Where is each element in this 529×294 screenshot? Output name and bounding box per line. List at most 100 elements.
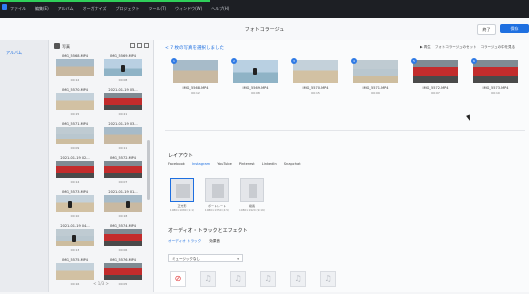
selected-clip[interactable]: 5 IMG_5572.MP4 00:07 bbox=[411, 58, 458, 102]
audio-section-title: オーディオ・トラックとエフェクト bbox=[168, 228, 248, 234]
clip-name: IMG_5568.MP4 bbox=[182, 86, 209, 90]
chevron-down-icon: ▾ bbox=[237, 257, 239, 261]
thumbnail bbox=[473, 60, 518, 83]
clip-duration: 00:08 bbox=[251, 91, 260, 95]
window-title: フォトコラージュ bbox=[244, 27, 285, 33]
thumbnail bbox=[413, 60, 458, 83]
library-item[interactable]: 2021-01-19 01... 00:18 bbox=[101, 190, 145, 226]
library-item-name: IMG_5569.MP4 bbox=[110, 54, 136, 58]
menu-organize[interactable]: オーガナイズ bbox=[83, 6, 107, 12]
library-item[interactable]: 2021-01-19 05... 00:21 bbox=[101, 88, 145, 124]
selected-clip[interactable]: 6 IMG_5573.MP4 00:10 bbox=[471, 58, 518, 102]
library-header: 写真 bbox=[49, 40, 153, 52]
menu-help[interactable]: ヘルプ(H) bbox=[211, 6, 229, 12]
library-scrollbar[interactable] bbox=[147, 140, 150, 200]
layout-option-size: 1080×1080 (1:1) bbox=[169, 208, 195, 212]
audio-tabs: オーディオ トラック 効果音 bbox=[168, 239, 220, 244]
library-item[interactable]: IMG_5575.MP4 00:16 bbox=[53, 258, 97, 294]
music-select[interactable]: ミュージックなし ▾ bbox=[168, 254, 243, 262]
music-note-icon[interactable]: ♫ bbox=[290, 271, 306, 287]
library-item[interactable]: IMG_5569.MP4 00:08 bbox=[101, 54, 145, 90]
library-item[interactable]: IMG_5568.MP4 00:12 bbox=[53, 54, 97, 90]
thumbnail bbox=[173, 60, 218, 83]
clip-name: IMG_5571.MP4 bbox=[362, 86, 389, 90]
collage-view-button[interactable]: コラージュの中を見る bbox=[481, 45, 516, 50]
library-item[interactable]: IMG_5570.MP4 00:15 bbox=[53, 88, 97, 124]
library-item[interactable]: 2021-01-19 02... 00:14 bbox=[53, 156, 97, 192]
library-item-duration: 00:11 bbox=[118, 146, 128, 150]
library-item[interactable]: 2021-01-19 04... 00:13 bbox=[53, 224, 97, 260]
library-item-duration: 00:14 bbox=[70, 180, 80, 184]
music-note-icon[interactable]: ♫ bbox=[230, 271, 246, 287]
menu-file[interactable]: ファイル bbox=[10, 6, 26, 12]
tab-instagram[interactable]: Instagram bbox=[192, 162, 210, 166]
layout-preview bbox=[205, 178, 229, 202]
music-note-icon[interactable]: ♫ bbox=[260, 271, 276, 287]
menu-window[interactable]: ウィンドウ(W) bbox=[175, 6, 202, 12]
no-music-icon[interactable]: ⊘ bbox=[170, 271, 186, 287]
thumbnail bbox=[104, 195, 142, 212]
layout-section-title: レイアウト bbox=[168, 153, 194, 159]
thumbnail bbox=[293, 60, 338, 83]
layout-option-vertical[interactable]: 縦長 1080×1920 (9:16) bbox=[239, 178, 265, 214]
thumbnail bbox=[104, 127, 142, 144]
library-item[interactable]: IMG_5571.MP4 00:09 bbox=[53, 122, 97, 158]
selected-clip[interactable]: 1 IMG_5568.MP4 00:12 bbox=[171, 58, 218, 102]
tab-facebook[interactable]: Facebook bbox=[168, 162, 185, 166]
selected-clip[interactable]: 2 IMG_5569.MP4 00:08 bbox=[231, 58, 278, 102]
thumbnail bbox=[56, 59, 94, 76]
tab-youtube[interactable]: YouTube bbox=[217, 162, 232, 166]
collage-set-button[interactable]: フォトコラージュのセット bbox=[435, 45, 477, 50]
library-item-name: IMG_5574.MP4 bbox=[110, 224, 136, 228]
layout-tabs: Facebook Instagram YouTube Pinterest Lin… bbox=[168, 162, 301, 166]
clip-name: IMG_5569.MP4 bbox=[242, 86, 269, 90]
library-pager[interactable]: < 1/3 > bbox=[52, 281, 150, 286]
menu-bar: ファイル 編集(E) アルバム オーガナイズ プロジェクト ツール(T) ウィン… bbox=[10, 6, 229, 12]
library-item[interactable]: IMG_5573.MP4 00:10 bbox=[53, 190, 97, 226]
title-accent-bar bbox=[0, 0, 210, 2]
app-menubar: ファイル 編集(E) アルバム オーガナイズ プロジェクト ツール(T) ウィン… bbox=[0, 0, 529, 18]
cancel-button[interactable]: 終了 bbox=[477, 24, 496, 35]
thumbnail bbox=[233, 60, 278, 83]
thumbnail bbox=[104, 93, 142, 110]
layout-option-size: 1080×1920 (9:16) bbox=[239, 208, 265, 212]
selection-header[interactable]: < 7 枚の写真を選択しました bbox=[165, 45, 224, 51]
library-item[interactable]: IMG_5572.MP4 00:07 bbox=[101, 156, 145, 192]
save-button[interactable]: 保存 bbox=[500, 24, 529, 33]
thumbnail bbox=[104, 161, 142, 178]
selected-clip[interactable]: 3 IMG_5570.MP4 00:15 bbox=[291, 58, 338, 102]
tab-linkedin[interactable]: LinkedIn bbox=[262, 162, 277, 166]
library-item-name: IMG_5572.MP4 bbox=[110, 156, 136, 160]
library-item[interactable]: 2021-01-19 03... 00:11 bbox=[101, 122, 145, 158]
menu-project[interactable]: プロジェクト bbox=[116, 6, 140, 12]
menu-album[interactable]: アルバム bbox=[58, 6, 74, 12]
library-item[interactable]: IMG_5576.MP4 00:05 bbox=[101, 258, 145, 294]
library-item[interactable]: IMG_5574.MP4 00:06 bbox=[101, 224, 145, 260]
list-view-icon[interactable] bbox=[144, 43, 149, 48]
music-note-icon[interactable]: ♫ bbox=[320, 271, 336, 287]
layout-option-portrait[interactable]: ポートレート 1080×1350 (4:5) bbox=[205, 178, 229, 214]
tab-audio-tracks[interactable]: オーディオ トラック bbox=[168, 239, 201, 244]
select-all-checkbox[interactable] bbox=[54, 43, 60, 49]
library-item-name: IMG_5573.MP4 bbox=[62, 190, 88, 194]
tab-snapchat[interactable]: Snapchat bbox=[284, 162, 301, 166]
thumbnail bbox=[56, 161, 94, 178]
play-button[interactable]: ▶ 再生 bbox=[420, 45, 431, 50]
music-note-icon[interactable]: ♫ bbox=[200, 271, 216, 287]
grid-view-icon[interactable] bbox=[137, 43, 142, 48]
thumbnail bbox=[353, 60, 398, 83]
library-item-name: 2021-01-19 04... bbox=[60, 224, 90, 228]
menu-edit[interactable]: 編集(E) bbox=[35, 6, 49, 12]
music-select-value: ミュージックなし bbox=[172, 257, 200, 261]
library-item-duration: 00:12 bbox=[70, 78, 80, 82]
sidebar-item-album[interactable]: アルバム bbox=[6, 50, 22, 56]
search-icon[interactable] bbox=[130, 43, 135, 48]
layout-option-square[interactable]: 正方形 1080×1080 (1:1) bbox=[170, 178, 194, 214]
tab-sound-effects[interactable]: 効果音 bbox=[209, 239, 220, 244]
menu-tools[interactable]: ツール(T) bbox=[149, 6, 167, 12]
library-item-name: IMG_5576.MP4 bbox=[110, 258, 136, 262]
library-item-name: 2021-01-19 02... bbox=[60, 156, 90, 160]
collage-editor: < 7 枚の写真を選択しました ▶ 再生 フォトコラージュのセット コラージュの… bbox=[154, 40, 529, 292]
selected-clip[interactable]: 4 IMG_5571.MP4 00:09 bbox=[351, 58, 398, 102]
tab-pinterest[interactable]: Pinterest bbox=[239, 162, 255, 166]
